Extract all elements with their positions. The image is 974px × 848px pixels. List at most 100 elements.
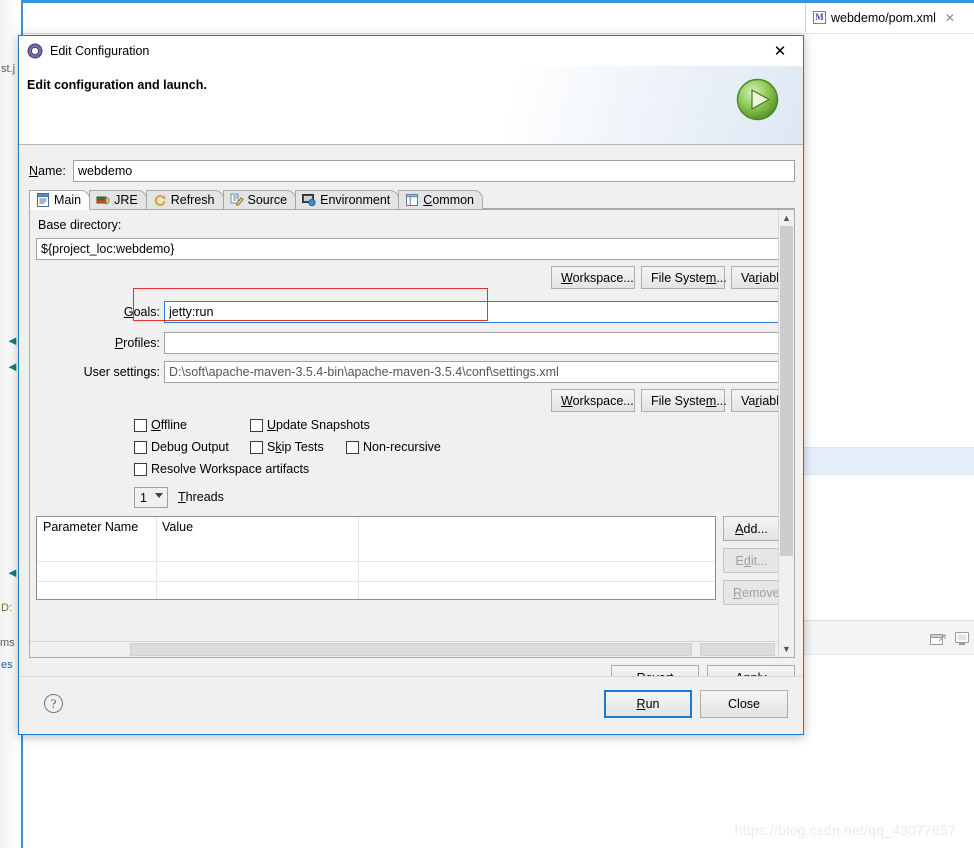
tab-environment-label: Environment	[320, 193, 391, 207]
checkbox-offline[interactable]: Offline	[134, 418, 187, 432]
debug-output-checkbox-box[interactable]	[134, 440, 147, 454]
tab-folder: Main JRE Refresh Source Environment Comm…	[29, 190, 795, 658]
table-row-sep-2	[37, 581, 715, 582]
close-button[interactable]: Close	[700, 690, 788, 718]
column-extra[interactable]	[358, 517, 715, 539]
tab-strip-filler	[482, 208, 795, 209]
ide-left-tab-1[interactable]: D:	[1, 602, 12, 614]
dialog-body: Name: Main JRE	[19, 146, 803, 734]
tab-refresh-label: Refresh	[170, 193, 215, 207]
main-pane: Base directory: Workspace... File System…	[30, 210, 794, 641]
main-tab-icon	[36, 193, 50, 207]
checkbox-debug-output[interactable]: Debug Output	[134, 440, 229, 454]
non-recursive-checkbox-box[interactable]	[346, 440, 359, 454]
tab-jre-label: JRE	[114, 193, 138, 207]
parameter-table[interactable]: Parameter Name Value	[36, 516, 716, 600]
header-description: Edit configuration and launch.	[27, 78, 207, 92]
run-button[interactable]: Run	[604, 690, 692, 718]
monitor-icon[interactable]	[954, 632, 970, 649]
ide-left-tab-3[interactable]: es	[1, 659, 13, 671]
non-recursive-label: Non-recursive	[363, 440, 441, 454]
profiles-label: Profiles:	[114, 336, 160, 350]
source-tab-icon	[230, 193, 244, 207]
collapse-arrow-2-icon[interactable]: ◄	[6, 360, 19, 373]
tab-environment[interactable]: Environment	[295, 190, 400, 209]
tab-body-main: Base directory: Workspace... File System…	[29, 210, 795, 658]
base-directory-input[interactable]	[36, 238, 780, 260]
table-col-sep-2	[358, 517, 359, 599]
footer-button-row: Run Close	[604, 690, 788, 718]
tab-common[interactable]: Common	[398, 190, 484, 209]
common-tab-icon	[405, 193, 419, 207]
dialog-header: Edit configuration and launch.	[19, 66, 803, 145]
edit-parameter-button[interactable]: Edit...	[723, 548, 780, 573]
close-icon[interactable]: ✕	[945, 11, 955, 25]
checkbox-resolve-workspace-artifacts[interactable]: Resolve Workspace artifacts	[134, 462, 309, 476]
refresh-tab-icon	[153, 193, 167, 207]
horizontal-scroll-thumb[interactable]	[130, 643, 692, 656]
name-label: Name:	[29, 164, 66, 178]
base-workspace-button[interactable]: Workspace...	[551, 266, 635, 289]
scroll-down-arrow-icon[interactable]: ▼	[779, 641, 794, 657]
tab-refresh[interactable]: Refresh	[145, 190, 224, 209]
tab-main[interactable]: Main	[29, 190, 91, 210]
horizontal-scroll-track-extra[interactable]	[700, 643, 775, 656]
configuration-icon	[27, 43, 43, 59]
remove-parameter-button[interactable]: Remove	[723, 580, 780, 605]
tab-source-label: Source	[247, 193, 288, 207]
update-snapshots-label: Update Snapshots	[267, 418, 370, 432]
skip-tests-checkbox-box[interactable]	[250, 440, 263, 454]
tab-strip: Main JRE Refresh Source Environment Comm…	[29, 190, 795, 210]
xml-file-icon: M	[813, 11, 826, 24]
threads-label: Threads	[178, 490, 224, 504]
checkbox-update-snapshots[interactable]: Update Snapshots	[250, 418, 370, 432]
checkbox-skip-tests[interactable]: Skip Tests	[250, 440, 324, 454]
scroll-up-arrow-icon[interactable]: ▲	[779, 210, 794, 226]
vertical-scroll-thumb[interactable]	[780, 226, 793, 556]
jre-tab-icon	[96, 193, 110, 207]
dialog-close-button[interactable]: ✕	[757, 36, 803, 66]
offline-label: Offline	[151, 418, 187, 432]
tab-main-label: Main	[54, 193, 82, 207]
ide-left-tab-2[interactable]: ms	[0, 637, 15, 649]
base-directory-label: Base directory:	[38, 218, 122, 232]
restore-view-icon[interactable]	[930, 632, 946, 649]
offline-checkbox-box[interactable]	[134, 418, 147, 432]
pane-vertical-scrollbar[interactable]: ▲ ▼	[778, 210, 794, 657]
editor-tab-pom-xml[interactable]: M webdemo/pom.xml ✕	[805, 3, 974, 32]
debug-output-label: Debug Output	[151, 440, 229, 454]
settings-workspace-button[interactable]: Workspace...	[551, 389, 635, 412]
collapse-arrow-3-icon[interactable]: ◄	[6, 566, 19, 579]
dialog-footer: ? Run Close	[19, 676, 803, 734]
pane-horizontal-scrollbar[interactable]	[30, 641, 778, 657]
add-parameter-button[interactable]: Add...	[723, 516, 780, 541]
tab-jre[interactable]: JRE	[89, 190, 147, 209]
help-icon[interactable]: ?	[44, 694, 63, 713]
base-file-system-button[interactable]: File System...	[641, 266, 727, 289]
resolve-workspace-checkbox-box[interactable]	[134, 462, 147, 476]
ide-left-tab-0[interactable]: st.j	[1, 63, 15, 75]
run-play-icon	[735, 77, 780, 122]
user-settings-input[interactable]	[164, 361, 780, 383]
ide-divider-1	[22, 33, 974, 34]
checkbox-non-recursive[interactable]: Non-recursive	[346, 440, 441, 454]
user-settings-label: User settings:	[83, 365, 160, 379]
threads-combo[interactable]: 1	[134, 487, 168, 508]
column-parameter-name[interactable]: Parameter Name	[37, 517, 156, 539]
tab-common-label: Common	[423, 193, 475, 207]
settings-file-system-button[interactable]: File System...	[641, 389, 727, 412]
threads-combo-value: 1	[140, 490, 147, 505]
dialog-title: Edit Configuration	[50, 44, 150, 58]
goals-input[interactable]	[164, 301, 780, 323]
column-value[interactable]: Value	[156, 517, 358, 539]
tab-source[interactable]: Source	[222, 190, 297, 209]
table-row-sep-1	[37, 561, 715, 562]
table-col-sep-1	[156, 517, 157, 599]
chevron-down-icon	[155, 493, 163, 498]
edit-configuration-dialog: Edit Configuration ✕ Edit configuration …	[18, 35, 804, 735]
profiles-input[interactable]	[164, 332, 780, 354]
environment-tab-icon	[302, 193, 316, 207]
collapse-arrow-1-icon[interactable]: ◄	[6, 334, 19, 347]
configuration-name-input[interactable]	[73, 160, 795, 182]
update-snapshots-checkbox-box[interactable]	[250, 418, 263, 432]
